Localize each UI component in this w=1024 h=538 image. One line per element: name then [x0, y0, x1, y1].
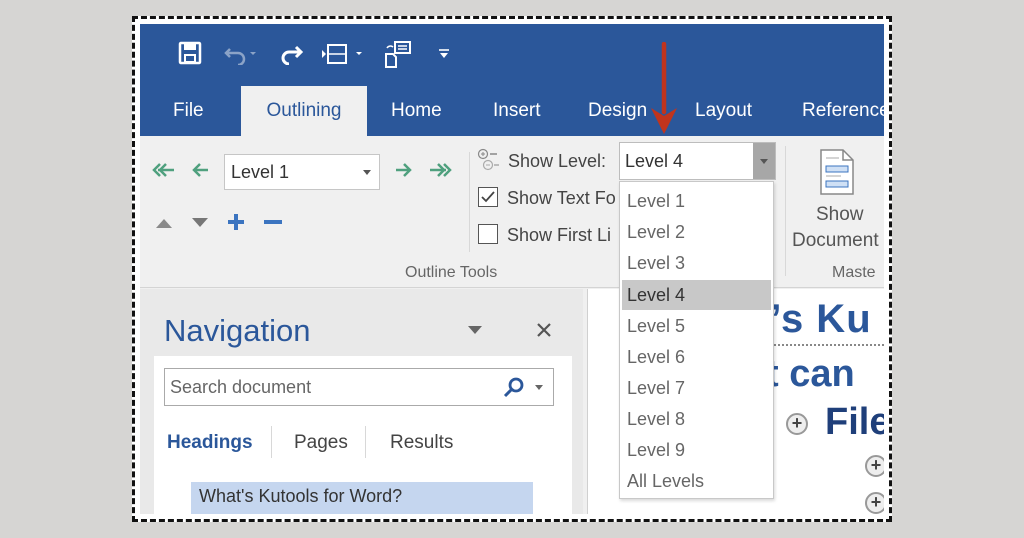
promote-icon[interactable]: [192, 162, 210, 178]
navigation-pane: Navigation Search document Headings Page…: [140, 289, 583, 514]
promote-to-heading1-icon[interactable]: [152, 162, 176, 178]
dropdown-option-level-3[interactable]: Level 3: [622, 248, 771, 278]
nav-tab-separator: [365, 426, 366, 458]
navigation-title: Navigation: [164, 313, 311, 348]
collapse-icon[interactable]: [264, 220, 282, 225]
annotation-arrow: [649, 41, 679, 142]
screenshot-frame: File Outlining Home Insert Design Layout…: [132, 16, 892, 522]
dropdown-option-level-2[interactable]: Level 2: [622, 217, 771, 247]
show-text-formatting-checkbox[interactable]: [478, 187, 498, 207]
spellcheck-underline: [758, 344, 884, 346]
pane-options-icon[interactable]: [468, 326, 482, 334]
show-text-formatting-label[interactable]: Show Text Fo: [507, 188, 616, 209]
page-switch-icon[interactable]: [384, 41, 414, 74]
show-level-value: Level 4: [625, 151, 684, 171]
navigation-content: Search document Headings Pages Results W…: [154, 356, 572, 514]
customize-qat-icon[interactable]: [438, 47, 450, 65]
tab-home[interactable]: Home: [391, 86, 442, 136]
close-icon[interactable]: [536, 322, 552, 338]
expand-icon[interactable]: [228, 214, 244, 230]
chevron-down-icon: [363, 170, 371, 175]
outline-level-select[interactable]: Level 1: [224, 154, 380, 190]
demote-to-body-icon[interactable]: [428, 162, 454, 178]
nav-tab-headings[interactable]: Headings: [167, 432, 253, 454]
tab-layout[interactable]: Layout: [695, 86, 752, 136]
show-level-icon: [477, 148, 501, 172]
save-icon[interactable]: [178, 41, 202, 70]
outline-level-value: Level 1: [231, 162, 290, 182]
dropdown-option-level-1[interactable]: Level 1: [622, 186, 771, 216]
expand-heading-icon[interactable]: +: [865, 492, 884, 514]
show-level-label: Show Level:: [508, 151, 607, 171]
tab-insert[interactable]: Insert: [493, 86, 541, 136]
show-level-dropdown-button[interactable]: [753, 143, 775, 179]
ribbon-tabs: File Outlining Home Insert Design Layout…: [140, 86, 884, 136]
redo-icon[interactable]: [278, 41, 304, 70]
chevron-down-icon: [760, 159, 768, 164]
show-document-label-1[interactable]: Show: [816, 204, 864, 226]
dropdown-option-level-9[interactable]: Level 9: [622, 435, 771, 465]
document-heading-line-3: File: [825, 401, 884, 443]
show-first-line-label[interactable]: Show First Li: [507, 225, 611, 246]
show-level-select[interactable]: Level 4: [619, 142, 776, 180]
tab-references[interactable]: Reference: [802, 86, 884, 136]
move-up-icon[interactable]: [156, 218, 172, 228]
spacing-icon[interactable]: [320, 41, 368, 72]
expand-heading-icon[interactable]: +: [786, 413, 808, 435]
outline-tools-group-label: Outline Tools: [405, 264, 498, 281]
dropdown-option-level-7[interactable]: Level 7: [622, 373, 771, 403]
dropdown-option-level-5[interactable]: Level 5: [622, 311, 771, 341]
nav-tab-separator: [271, 426, 272, 458]
dropdown-option-all-levels[interactable]: All Levels: [622, 466, 771, 496]
word-window: File Outlining Home Insert Design Layout…: [140, 24, 884, 514]
dropdown-option-level-8[interactable]: Level 8: [622, 404, 771, 434]
ribbon-separator: [785, 146, 786, 276]
expand-heading-icon[interactable]: +: [865, 455, 884, 477]
tab-design[interactable]: Design: [588, 86, 647, 136]
show-document-icon[interactable]: [819, 148, 855, 196]
search-options-chevron-icon[interactable]: [535, 385, 543, 390]
document-heading-line-2: t can: [766, 353, 855, 395]
dropdown-option-level-4[interactable]: Level 4: [622, 280, 771, 310]
search-icon[interactable]: [503, 376, 525, 398]
tab-outlining[interactable]: Outlining: [241, 86, 367, 136]
show-document-label-2[interactable]: Document: [792, 230, 879, 252]
quick-access-toolbar: [140, 24, 884, 86]
search-input[interactable]: Search document: [164, 368, 554, 406]
nav-tab-pages[interactable]: Pages: [294, 432, 348, 454]
show-level-dropdown-list: Level 1 Level 2 Level 3 Level 4 Level 5 …: [619, 181, 774, 499]
ribbon-separator: [469, 152, 470, 252]
nav-tab-results[interactable]: Results: [390, 432, 453, 454]
master-document-group-label: Maste: [832, 264, 876, 281]
show-first-line-checkbox[interactable]: [478, 224, 498, 244]
tab-file[interactable]: File: [173, 86, 204, 136]
search-placeholder: Search document: [170, 377, 312, 397]
move-down-icon[interactable]: [192, 218, 208, 228]
demote-icon[interactable]: [394, 162, 412, 178]
dropdown-option-level-6[interactable]: Level 6: [622, 342, 771, 372]
undo-icon[interactable]: [224, 41, 258, 70]
heading-list-item[interactable]: What's Kutools for Word?: [191, 482, 533, 514]
